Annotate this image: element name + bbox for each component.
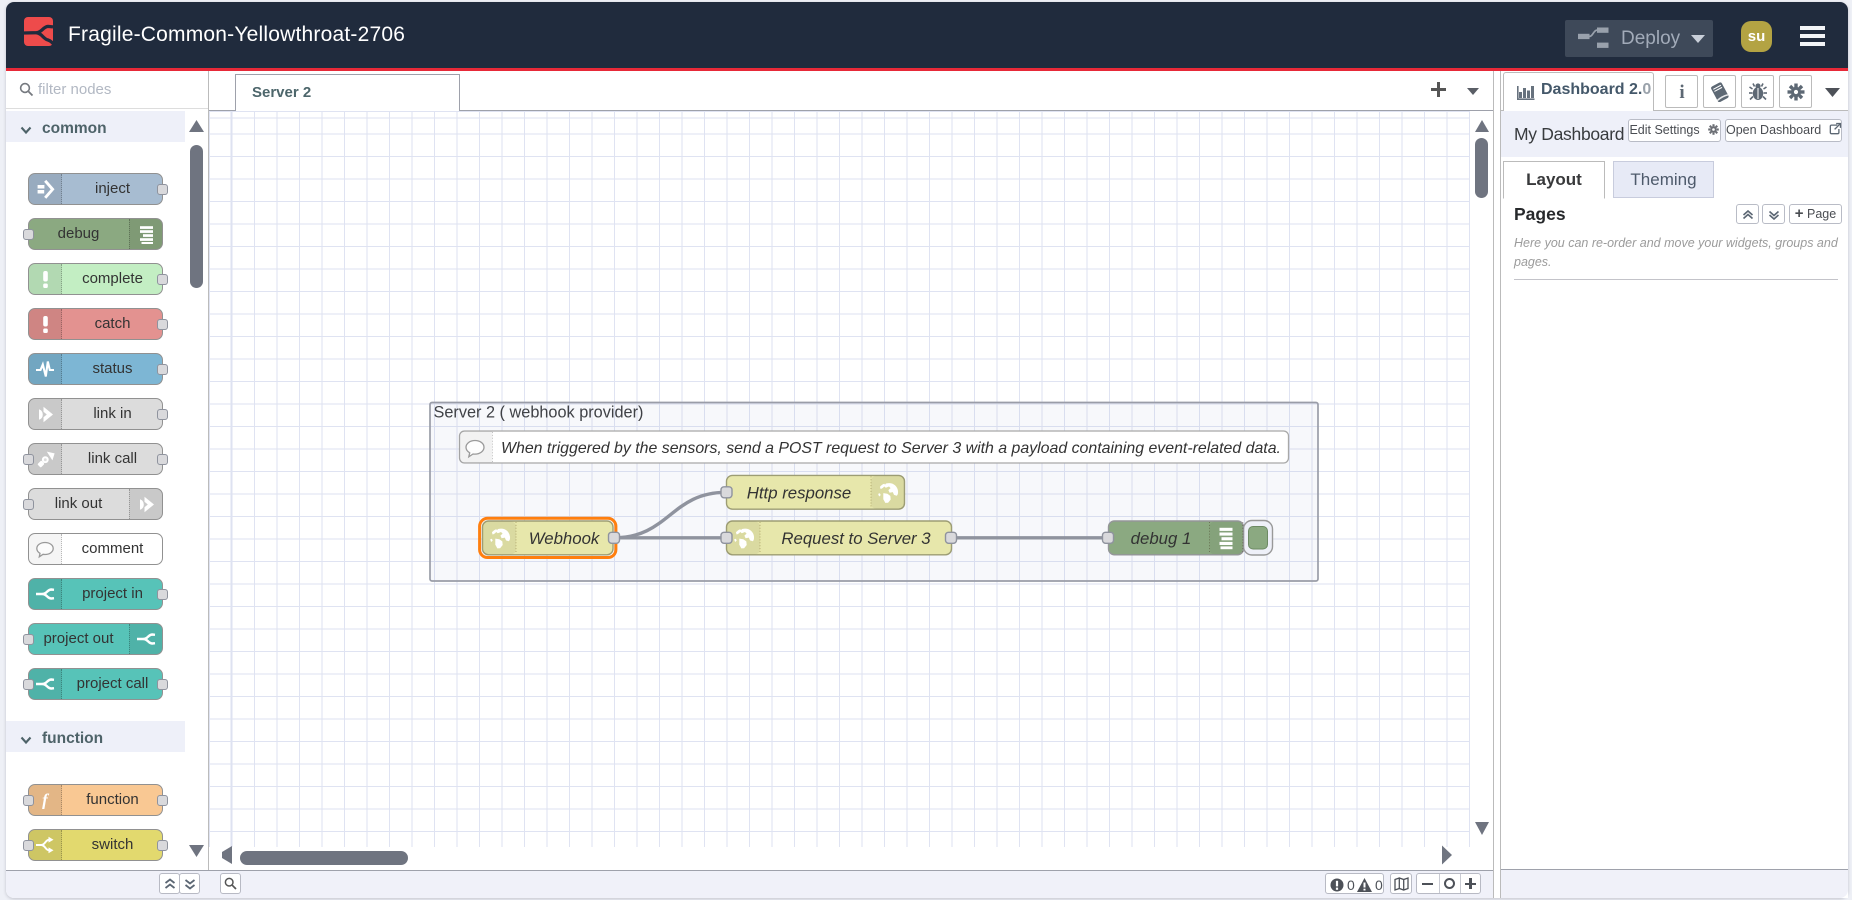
svg-text:Request to Server 3: Request to Server 3: [781, 529, 931, 548]
svg-text:When triggered by the sensors,: When triggered by the sensors, send a PO…: [501, 440, 1281, 457]
svg-text:debug 1: debug 1: [1131, 529, 1192, 548]
svg-text:Webhook: Webhook: [529, 529, 601, 548]
svg-text:Http response: Http response: [747, 483, 851, 502]
svg-text:f: f: [42, 791, 50, 810]
svg-text:Server 2 ( webhook provider): Server 2 ( webhook provider): [434, 404, 644, 422]
svg-text:i: i: [1679, 82, 1684, 102]
